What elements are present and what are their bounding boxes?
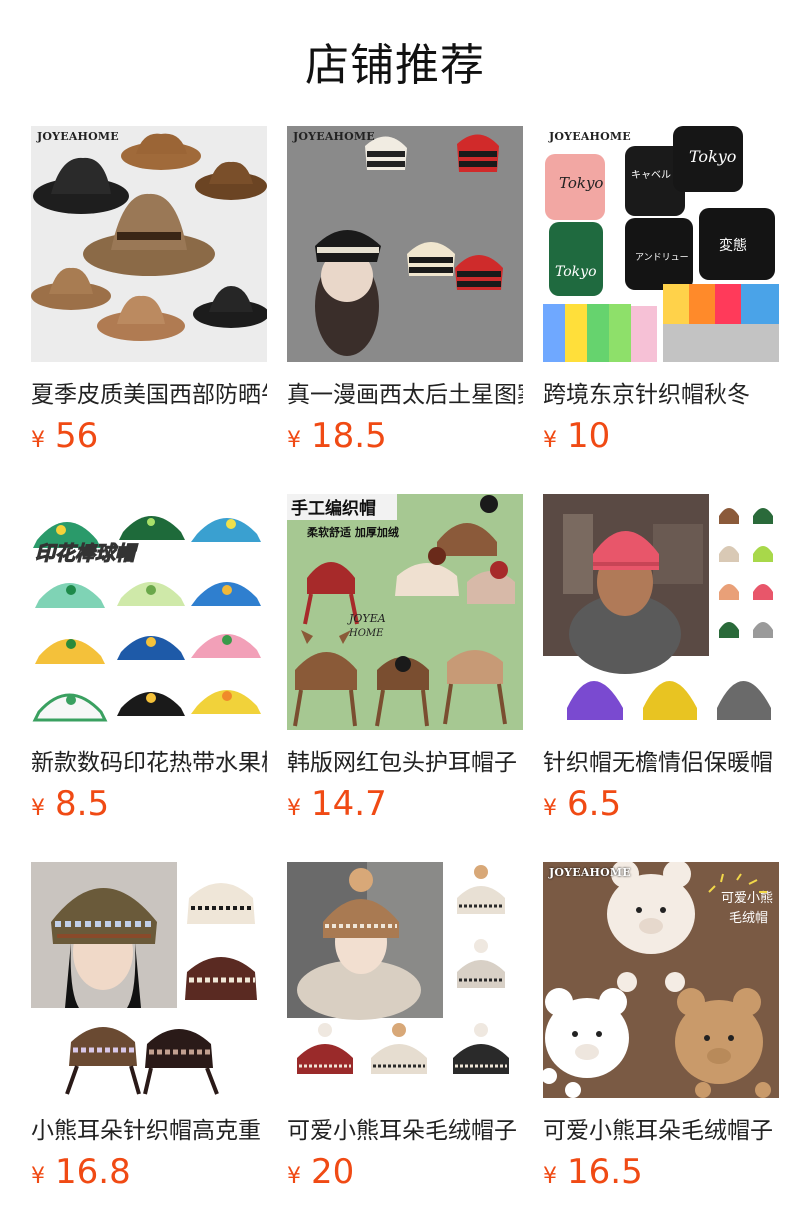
product-price: ¥ 10 [543, 414, 779, 458]
svg-text:柔软舒适 加厚加绒: 柔软舒适 加厚加绒 [306, 525, 399, 539]
price-amount: 16.8 [55, 1152, 131, 1192]
product-title[interactable]: 韩版网红包头护耳帽子 [287, 746, 523, 780]
tokyo-logo-text: Tokyo [559, 174, 603, 192]
price-amount: 18.5 [311, 416, 387, 456]
cowboy-hats-image[interactable]: JOYEAHOME [31, 126, 267, 362]
product-price: ¥ 14.7 [287, 782, 523, 826]
currency-symbol: ¥ [287, 1164, 301, 1189]
handmade-knit-hats-image[interactable]: 手工编织帽 柔软舒适 加厚加绒 JOYEA HOME [287, 494, 523, 730]
product-price: ¥ 8.5 [31, 782, 267, 826]
product-title[interactable]: 真一漫画西太后土星图案条纹护耳针织帽 [287, 378, 523, 412]
currency-symbol: ¥ [31, 796, 45, 821]
product-card[interactable]: 印花棒球帽 新款数码印花热带水果棒球帽 ¥ 8.5 [31, 494, 267, 862]
striped-beanies-illustration [287, 126, 523, 362]
product-card[interactable]: 小熊耳朵针织帽高克重 ¥ 16.8 [31, 862, 267, 1230]
currency-symbol: ¥ [287, 428, 301, 453]
pompom-earflap-hats-image[interactable] [287, 862, 523, 1098]
pompom-hats-illustration [287, 862, 523, 1098]
product-card[interactable]: 可爱小熊 毛绒帽 JOYEAHOME 可爱小熊耳朵毛绒帽子 ¥ 16.5 [543, 862, 779, 1230]
tokyo-beanies-illustration: Tokyo キャベル アンドリュー 変態 Tokyo Tokyo [543, 126, 779, 362]
svg-text:Tokyo: Tokyo [689, 147, 736, 166]
katakana-text: キャベル [631, 169, 671, 181]
product-price: ¥ 16.8 [31, 1150, 267, 1194]
bear-plush-illustration: 可爱小熊 毛绒帽 [543, 862, 779, 1098]
price-amount: 8.5 [55, 784, 110, 824]
baseball-caps-illustration: 印花棒球帽 [31, 494, 267, 730]
brand-watermark: JOYEAHOME [549, 130, 631, 143]
product-title[interactable]: 小熊耳朵针织帽高克重 [31, 1114, 267, 1148]
tokyo-beanies-image[interactable]: Tokyo キャベル アンドリュー 変態 Tokyo Tokyo JOYEAHO… [543, 126, 779, 362]
svg-text:手工编织帽: 手工编织帽 [291, 498, 376, 519]
product-card[interactable]: JOYEAHOME 真一漫画西太后土星图案条纹护耳针织帽 ¥ 18.5 [287, 126, 523, 494]
cowboy-hats-illustration [31, 126, 267, 362]
currency-symbol: ¥ [31, 428, 45, 453]
header: 店铺推荐 [0, 0, 790, 126]
price-amount: 20 [311, 1152, 355, 1192]
product-price: ¥ 18.5 [287, 414, 523, 458]
product-title[interactable]: 跨境东京针织帽秋冬 [543, 378, 779, 412]
svg-text:JOYEA: JOYEA [347, 612, 386, 625]
product-price: ¥ 16.5 [543, 1150, 779, 1194]
price-amount: 16.5 [567, 1152, 643, 1192]
product-card[interactable]: 手工编织帽 柔软舒适 加厚加绒 JOYEA HOME 韩版网红包头护耳帽子 ¥ … [287, 494, 523, 862]
product-card[interactable]: 可爱小熊耳朵毛绒帽子 ¥ 20 [287, 862, 523, 1230]
fair-isle-knit-hat-image[interactable] [31, 862, 267, 1098]
brand-watermark: JOYEAHOME [293, 130, 375, 143]
striped-earflap-beanies-image[interactable]: JOYEAHOME [287, 126, 523, 362]
page-title: 店铺推荐 [305, 40, 485, 91]
product-card[interactable]: Tokyo キャベル アンドリュー 変態 Tokyo Tokyo JOYEAHO… [543, 126, 779, 494]
price-amount: 56 [55, 416, 99, 456]
price-amount: 6.5 [567, 784, 622, 824]
svg-text:アンドリュー: アンドリュー [635, 253, 689, 263]
handmade-knit-illustration: 手工编织帽 柔软舒适 加厚加绒 JOYEA HOME [287, 494, 523, 730]
printed-baseball-caps-image[interactable]: 印花棒球帽 [31, 494, 267, 730]
brand-watermark: JOYEAHOME [37, 130, 119, 143]
product-grid: JOYEAHOME 夏季皮质美国西部防晒牛仔帽 ¥ 56 [0, 126, 790, 1230]
product-title[interactable]: 夏季皮质美国西部防晒牛仔帽 [31, 378, 267, 412]
fair-isle-illustration [31, 862, 267, 1098]
currency-symbol: ¥ [543, 1164, 557, 1189]
svg-text:HOME: HOME [348, 628, 384, 639]
bear-overlay-text-2: 毛绒帽 [729, 910, 768, 926]
svg-text:変態: 変態 [719, 237, 747, 254]
product-title[interactable]: 可爱小熊耳朵毛绒帽子 [543, 1114, 779, 1148]
product-title[interactable]: 可爱小熊耳朵毛绒帽子 [287, 1114, 523, 1148]
price-amount: 14.7 [311, 784, 387, 824]
currency-symbol: ¥ [543, 796, 557, 821]
currency-symbol: ¥ [543, 428, 557, 453]
brand-watermark: JOYEAHOME [549, 866, 631, 879]
svg-text:Tokyo: Tokyo [555, 264, 597, 280]
currency-symbol: ¥ [287, 796, 301, 821]
plain-knit-beanies-image[interactable] [543, 494, 779, 730]
product-price: ¥ 6.5 [543, 782, 779, 826]
printed-cap-overlay-text: 印花棒球帽 [35, 541, 139, 565]
product-card[interactable]: JOYEAHOME 夏季皮质美国西部防晒牛仔帽 ¥ 56 [31, 126, 267, 494]
currency-symbol: ¥ [31, 1164, 45, 1189]
plain-beanies-illustration [543, 494, 779, 730]
product-price: ¥ 56 [31, 414, 267, 458]
product-card[interactable]: 针织帽无檐情侣保暖帽 ¥ 6.5 [543, 494, 779, 862]
product-price: ¥ 20 [287, 1150, 523, 1194]
bear-ear-plush-hats-image[interactable]: 可爱小熊 毛绒帽 JOYEAHOME [543, 862, 779, 1098]
product-title[interactable]: 针织帽无檐情侣保暖帽 [543, 746, 779, 780]
product-title[interactable]: 新款数码印花热带水果棒球帽 [31, 746, 267, 780]
price-amount: 10 [567, 416, 611, 456]
store-recommendations-page: 店铺推荐 JOYEAHOME 夏季皮质美国西部防晒 ¥ 56 JOYEAHOME… [0, 0, 790, 1232]
